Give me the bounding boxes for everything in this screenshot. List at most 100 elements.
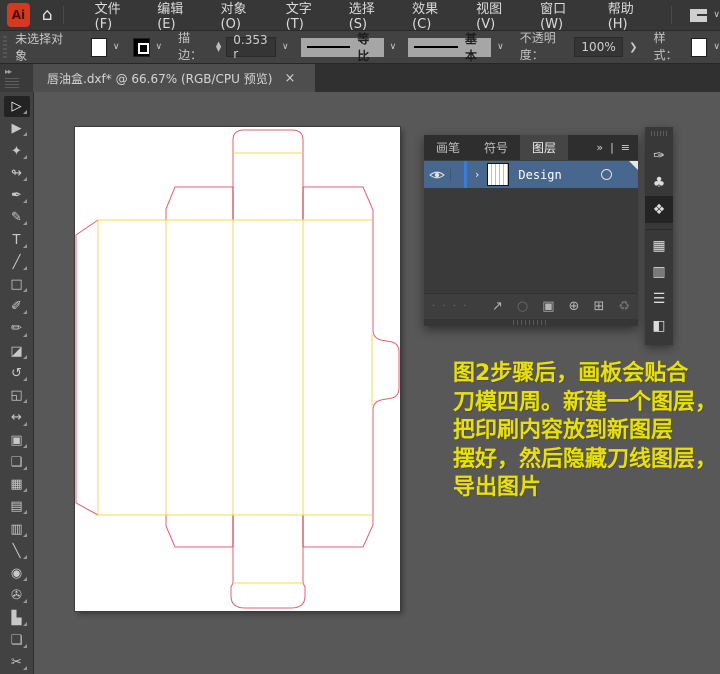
new-layer-button[interactable]: ⊞ <box>593 299 604 314</box>
dieline-drawing <box>75 127 400 611</box>
menu-item[interactable]: 对象(O) <box>210 0 275 32</box>
toolbar-dock-header[interactable]: ▸▸ <box>0 64 33 92</box>
menu-item[interactable]: 视图(V) <box>465 0 529 32</box>
panel-tab-symbols[interactable]: 符号 <box>472 135 520 160</box>
tool-free-transform[interactable]: ▣ <box>4 430 30 451</box>
divider: | <box>610 141 614 154</box>
chevron-down-icon[interactable]: ∨ <box>713 42 720 52</box>
width-profile-dropdown[interactable]: 等比 <box>301 38 384 57</box>
tool-pen[interactable]: ✒ <box>4 185 30 206</box>
stroke-color-swatch[interactable] <box>133 38 149 57</box>
tool-curvature[interactable]: ✎ <box>4 207 30 228</box>
document-tab[interactable]: 唇油盒.dxf* @ 66.67% (RGB/CPU 预览) × <box>33 64 315 92</box>
tool-line-segment[interactable]: ╱ <box>4 252 30 273</box>
tool-blend[interactable]: ◉ <box>4 563 30 584</box>
chevron-down-icon[interactable]: ∨ <box>156 42 163 52</box>
opacity-label[interactable]: 不透明度： <box>520 29 570 65</box>
annotation-line: 导出图片 <box>453 474 720 503</box>
menu-item[interactable]: 文件(F) <box>84 0 147 32</box>
tool-shape-builder[interactable]: ❑ <box>4 452 30 473</box>
tool-mesh[interactable]: ▤ <box>4 496 30 517</box>
menu-item[interactable]: 编辑(E) <box>146 0 209 32</box>
opacity-more-button[interactable]: ❯ <box>629 42 637 53</box>
stroke-preview <box>307 46 351 48</box>
workspace-switcher[interactable]: ∨ <box>690 9 720 22</box>
layers-list-empty-area[interactable] <box>424 188 638 293</box>
artboard <box>75 127 400 611</box>
fill-color-swatch[interactable] <box>91 38 107 57</box>
collect-for-export-button[interactable]: ↗ <box>492 299 503 314</box>
tool-artboard[interactable]: ❏ <box>4 630 30 651</box>
tool-type[interactable]: T <box>4 229 30 250</box>
collapse-toolbar-icon[interactable]: ▸▸ <box>5 67 33 76</box>
selected-art-indicator <box>629 161 638 170</box>
menu-item[interactable]: 窗口(W) <box>529 0 597 32</box>
home-icon[interactable]: ⌂ <box>42 7 53 24</box>
new-sublayer-button[interactable]: ⊕ <box>569 299 580 314</box>
layer-name[interactable]: Design <box>518 168 561 182</box>
brush-definition-label: 基本 <box>465 30 485 64</box>
locate-object-button[interactable]: ○ <box>517 299 528 314</box>
stroke-weight-stepper[interactable]: ▲▼ <box>216 42 221 52</box>
tool-perspective-grid[interactable]: ▦ <box>4 474 30 495</box>
brush-definition-dropdown[interactable]: 基本 <box>408 38 491 57</box>
tool-eyedropper[interactable]: ╲ <box>4 541 30 562</box>
dock-grip[interactable] <box>651 131 667 136</box>
style-label[interactable]: 样式： <box>654 29 684 65</box>
dock-transform-icon[interactable]: ◧ <box>645 312 673 339</box>
tool-magic-wand[interactable]: ✦ <box>4 140 30 161</box>
menu-item[interactable]: 文字(T) <box>275 0 338 32</box>
layer-thumbnail[interactable] <box>487 163 509 186</box>
tool-selection[interactable]: ▷ <box>4 96 30 117</box>
panel-resize-grip[interactable] <box>424 319 638 326</box>
panel-tab-layers[interactable]: 图层 <box>520 135 568 160</box>
tool-width[interactable]: ↔ <box>4 407 30 428</box>
toolbar: ▷ ▶ ✦ ↬ ✒ ✎ T ╱ □ ✐ ✏ ◪ ↺ ◱ ↔ ▣ <box>0 92 34 674</box>
collapse-panel-icon[interactable]: » <box>596 141 603 154</box>
opacity-value[interactable]: 100% <box>574 37 623 57</box>
chevron-down-icon[interactable]: ∨ <box>390 42 397 52</box>
tool-rotate[interactable]: ↺ <box>4 363 30 384</box>
tool-shaper[interactable]: ✏ <box>4 318 30 339</box>
width-profile-label: 等比 <box>357 30 377 64</box>
dock-brushes-icon[interactable]: ✑ <box>645 142 673 169</box>
panel-grip[interactable] <box>3 36 7 58</box>
dock-align-icon[interactable]: ☰ <box>645 285 673 312</box>
tool-column-graph[interactable]: ▙ <box>4 607 30 628</box>
tool-rectangle[interactable]: □ <box>4 274 30 295</box>
tool-gradient[interactable]: ▥ <box>4 518 30 539</box>
stroke-weight-label[interactable]: 描边： <box>178 29 208 65</box>
menu-item[interactable]: 帮助(H) <box>597 0 662 32</box>
panel-tab-brushes[interactable]: 画笔 <box>424 135 472 160</box>
control-bar: 未选择对象 ∨ ∨ 描边： ▲▼ 0.353 r ∨ 等比 ∨ 基本 ∨ 不透明… <box>0 31 720 64</box>
tool-eraser[interactable]: ◪ <box>4 341 30 362</box>
chevron-down-icon[interactable]: ∨ <box>282 42 289 52</box>
visibility-cell[interactable] <box>424 169 451 181</box>
dieline-fold-path <box>98 153 372 583</box>
menu-item[interactable]: 选择(S) <box>338 0 401 32</box>
chevron-down-icon[interactable]: ∨ <box>497 42 504 52</box>
close-icon[interactable]: × <box>284 71 295 86</box>
document-title: 唇油盒.dxf* @ 66.67% (RGB/CPU 预览) <box>47 70 272 87</box>
target-circle-icon[interactable] <box>601 169 612 180</box>
stroke-weight-value[interactable]: 0.353 r <box>226 37 276 57</box>
dock-gradient-icon[interactable]: ▥ <box>645 258 673 285</box>
tool-symbol-sprayer[interactable]: ✇ <box>4 585 30 606</box>
layer-row[interactable]: › Design <box>424 161 638 188</box>
tool-lasso[interactable]: ↬ <box>4 163 30 184</box>
dock-symbols-icon[interactable]: ♣ <box>645 169 673 196</box>
menu-item[interactable]: 效果(C) <box>401 0 465 32</box>
delete-layer-button[interactable]: ♻ <box>618 299 630 314</box>
tool-direct-selection[interactable]: ▶ <box>4 118 30 139</box>
dock-layers-icon[interactable]: ❖ <box>645 196 673 223</box>
panel-menu-icon[interactable]: ≡ <box>621 141 630 154</box>
tool-scale[interactable]: ◱ <box>4 385 30 406</box>
dock-pathfinder-icon[interactable]: ▦ <box>645 229 673 258</box>
style-swatch[interactable] <box>691 38 707 57</box>
tool-paintbrush[interactable]: ✐ <box>4 296 30 317</box>
expand-layer-icon[interactable]: › <box>475 168 479 181</box>
menu-bar: Ai ⌂ 文件(F)编辑(E)对象(O)文字(T)选择(S)效果(C)视图(V)… <box>0 0 720 31</box>
make-clipping-mask-button[interactable]: ▣ <box>542 299 554 314</box>
workspace-icon <box>690 9 707 22</box>
chevron-down-icon[interactable]: ∨ <box>113 42 120 52</box>
